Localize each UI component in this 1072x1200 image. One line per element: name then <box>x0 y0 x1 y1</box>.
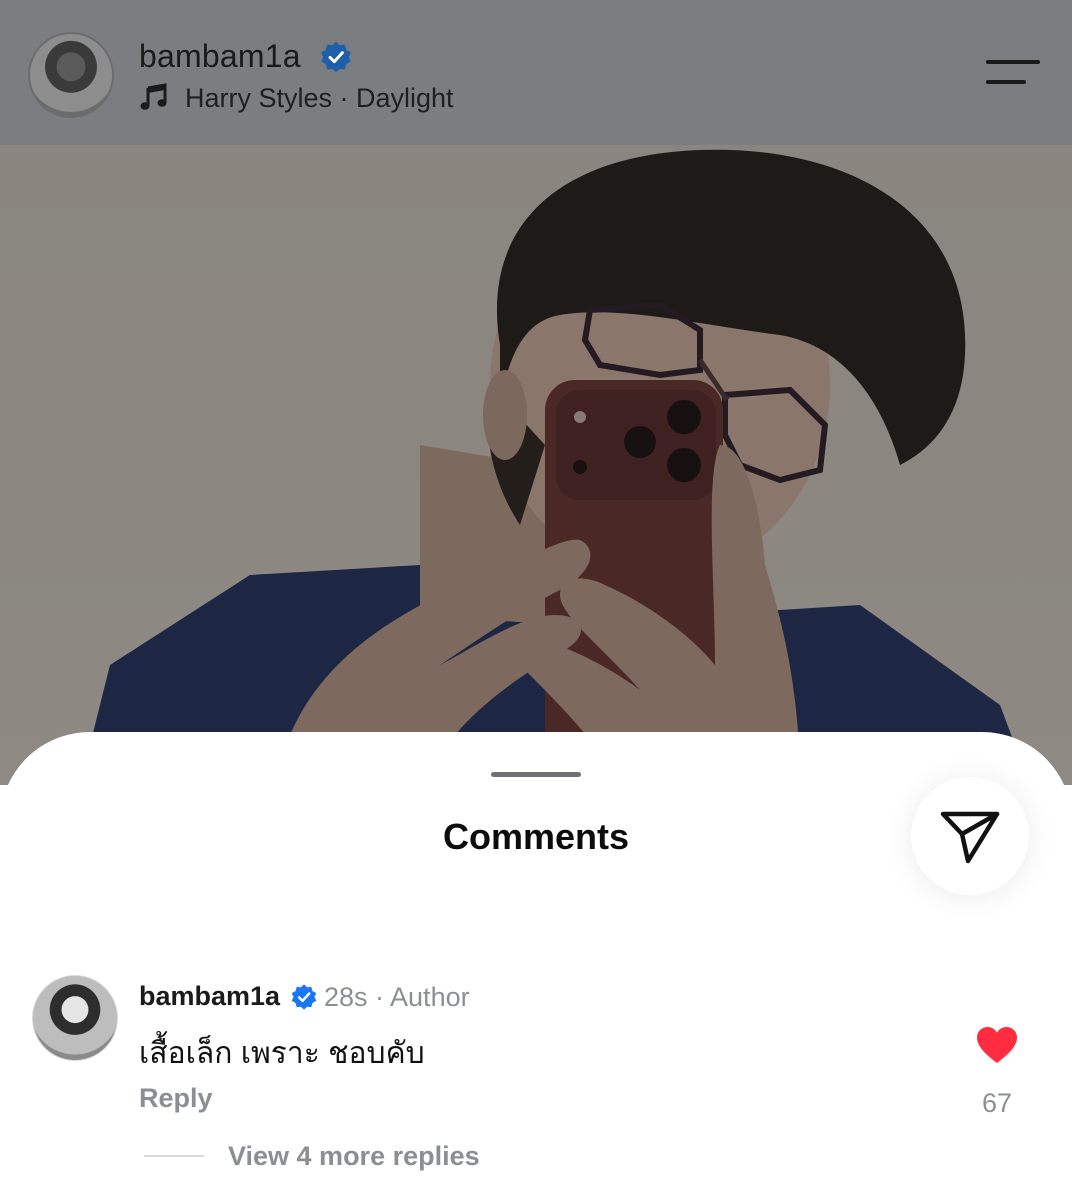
comment-meta: 28s · Author <box>324 982 470 1012</box>
replies-divider <box>144 1155 204 1157</box>
post-header: bambam1a Harry Styles · Daylight <box>0 0 1072 145</box>
photo-illustration <box>80 149 1030 785</box>
sheet-drag-handle[interactable] <box>491 772 581 777</box>
comment-username[interactable]: bambam1a <box>139 981 280 1012</box>
heart-icon[interactable] <box>975 1025 1019 1065</box>
song-label[interactable]: Harry Styles · Daylight <box>185 83 454 114</box>
verified-badge-icon <box>291 984 317 1010</box>
post-photo <box>0 145 1072 785</box>
like-count: 67 <box>981 1088 1013 1118</box>
music-note-icon <box>139 82 169 112</box>
send-icon <box>940 811 1000 864</box>
reply-button[interactable]: Reply <box>139 1083 213 1114</box>
comments-sheet: Comments bambam1a 28s · Author เสื้อเล็ก… <box>0 732 1072 1200</box>
profile-avatar[interactable] <box>28 32 114 118</box>
comment-text: เสื้อเล็ก เพราะ ชอบคับ <box>139 1037 425 1070</box>
menu-icon[interactable] <box>986 56 1042 90</box>
send-button[interactable] <box>911 777 1029 895</box>
header-username[interactable]: bambam1a <box>139 38 301 75</box>
view-more-replies-button[interactable]: View 4 more replies <box>228 1141 480 1172</box>
comment-avatar[interactable] <box>32 975 118 1061</box>
verified-badge-icon <box>321 41 351 73</box>
